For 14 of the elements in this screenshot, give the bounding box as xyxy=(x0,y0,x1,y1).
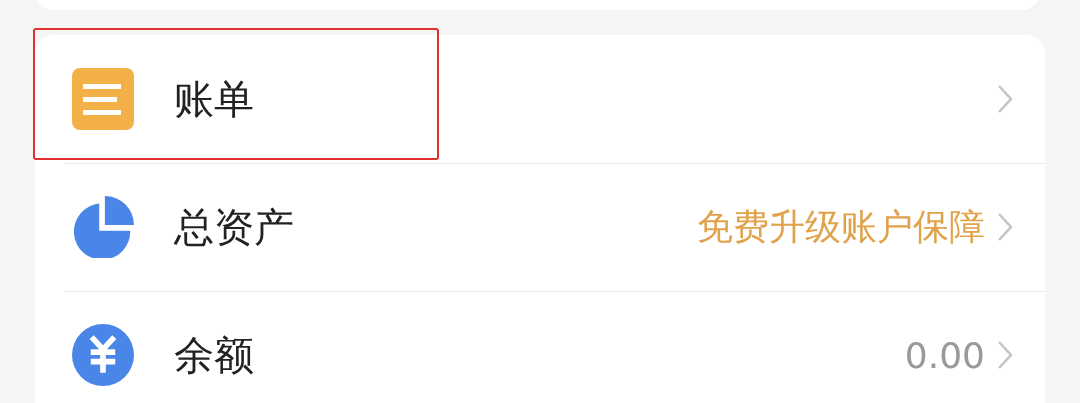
yuan-icon xyxy=(72,324,134,386)
chevron-right-icon xyxy=(997,84,1013,114)
chevron-right-icon xyxy=(997,340,1013,370)
item-value: 0.00 xyxy=(904,334,985,376)
menu-item[interactable]: 余额 0.00 xyxy=(35,291,1045,403)
item-label: 总资产 xyxy=(174,202,294,252)
pie-chart-icon xyxy=(72,196,134,258)
item-value: 免费升级账户保障 xyxy=(697,204,985,249)
chevron-right-icon xyxy=(997,212,1013,242)
item-label: 账单 xyxy=(174,74,254,124)
menu-item[interactable]: 账单 xyxy=(35,35,1045,163)
item-label: 余额 xyxy=(174,330,254,380)
menu-item[interactable]: 总资产 免费升级账户保障 xyxy=(35,163,1045,291)
list-icon xyxy=(72,68,134,130)
